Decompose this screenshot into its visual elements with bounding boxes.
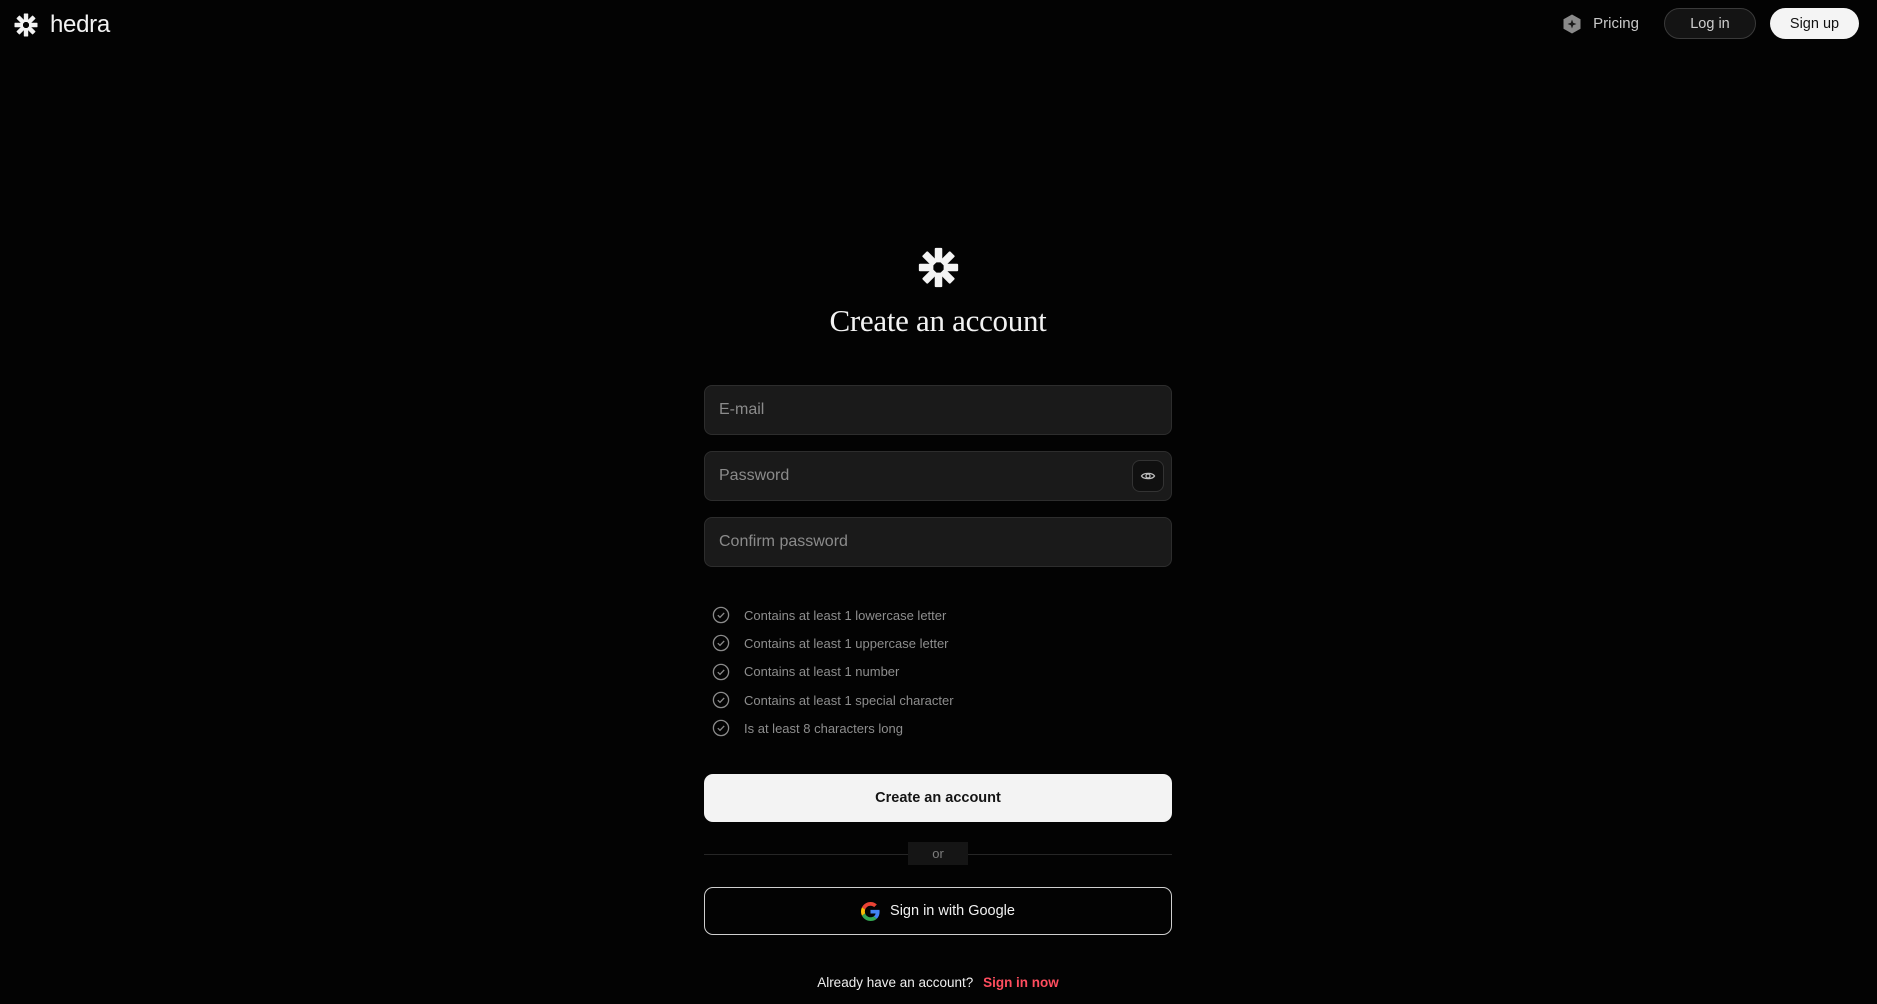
password-rule-label: Contains at least 1 special character bbox=[744, 692, 954, 708]
password-rule-label: Contains at least 1 number bbox=[744, 664, 900, 680]
email-field bbox=[704, 385, 1172, 435]
check-circle-icon bbox=[712, 635, 730, 652]
divider-label: or bbox=[908, 842, 968, 865]
password-requirements: Contains at least 1 lowercase letter Con… bbox=[712, 601, 1172, 742]
password-input[interactable] bbox=[705, 452, 1171, 500]
password-rule-label: Contains at least 1 lowercase letter bbox=[744, 607, 947, 623]
pricing-link[interactable]: Pricing bbox=[1561, 13, 1639, 35]
password-rule: Contains at least 1 number bbox=[712, 658, 1172, 686]
check-circle-icon bbox=[712, 691, 730, 709]
google-signin-label: Sign in with Google bbox=[890, 903, 1015, 919]
password-rule: Is at least 8 characters long bbox=[712, 714, 1172, 742]
hedra-logo-icon bbox=[918, 247, 959, 288]
password-rule: Contains at least 1 uppercase letter bbox=[712, 629, 1172, 657]
page-title: Create an account bbox=[829, 303, 1047, 338]
confirm-password-input[interactable] bbox=[705, 518, 1171, 566]
login-button[interactable]: Log in bbox=[1664, 8, 1756, 39]
top-nav: Pricing Log in Sign up bbox=[1561, 8, 1859, 39]
check-circle-icon bbox=[712, 663, 730, 680]
password-field bbox=[704, 451, 1172, 501]
brand-logo-link[interactable]: hedra bbox=[14, 11, 110, 39]
check-circle-icon bbox=[712, 606, 730, 624]
confirm-password-field bbox=[704, 517, 1172, 567]
eye-icon bbox=[1140, 472, 1156, 480]
pricing-hexagon-icon bbox=[1563, 14, 1581, 33]
email-input[interactable] bbox=[705, 386, 1171, 434]
check-circle-icon bbox=[712, 720, 730, 737]
show-password-button[interactable] bbox=[1132, 460, 1164, 492]
pricing-label: Pricing bbox=[1593, 15, 1639, 32]
password-rule-label: Is at least 8 characters long bbox=[744, 720, 903, 736]
google-signin-button[interactable]: Sign in with Google bbox=[704, 887, 1172, 935]
signin-prompt: Already have an account? Sign in now bbox=[704, 975, 1172, 990]
password-rule: Contains at least 1 special character bbox=[712, 686, 1172, 714]
create-account-button[interactable]: Create an account bbox=[704, 774, 1172, 822]
signin-link[interactable]: Sign in now bbox=[983, 975, 1059, 990]
brand-name: hedra bbox=[50, 11, 110, 38]
password-rule: Contains at least 1 lowercase letter bbox=[712, 601, 1172, 629]
signin-prompt-text: Already have an account? bbox=[817, 975, 974, 990]
password-rule-label: Contains at least 1 uppercase letter bbox=[744, 635, 949, 651]
top-bar: hedra Pricing Log in Sign up bbox=[0, 0, 1877, 48]
signup-button[interactable]: Sign up bbox=[1770, 8, 1859, 39]
google-icon bbox=[861, 901, 880, 921]
hedra-logo-icon bbox=[14, 13, 38, 37]
